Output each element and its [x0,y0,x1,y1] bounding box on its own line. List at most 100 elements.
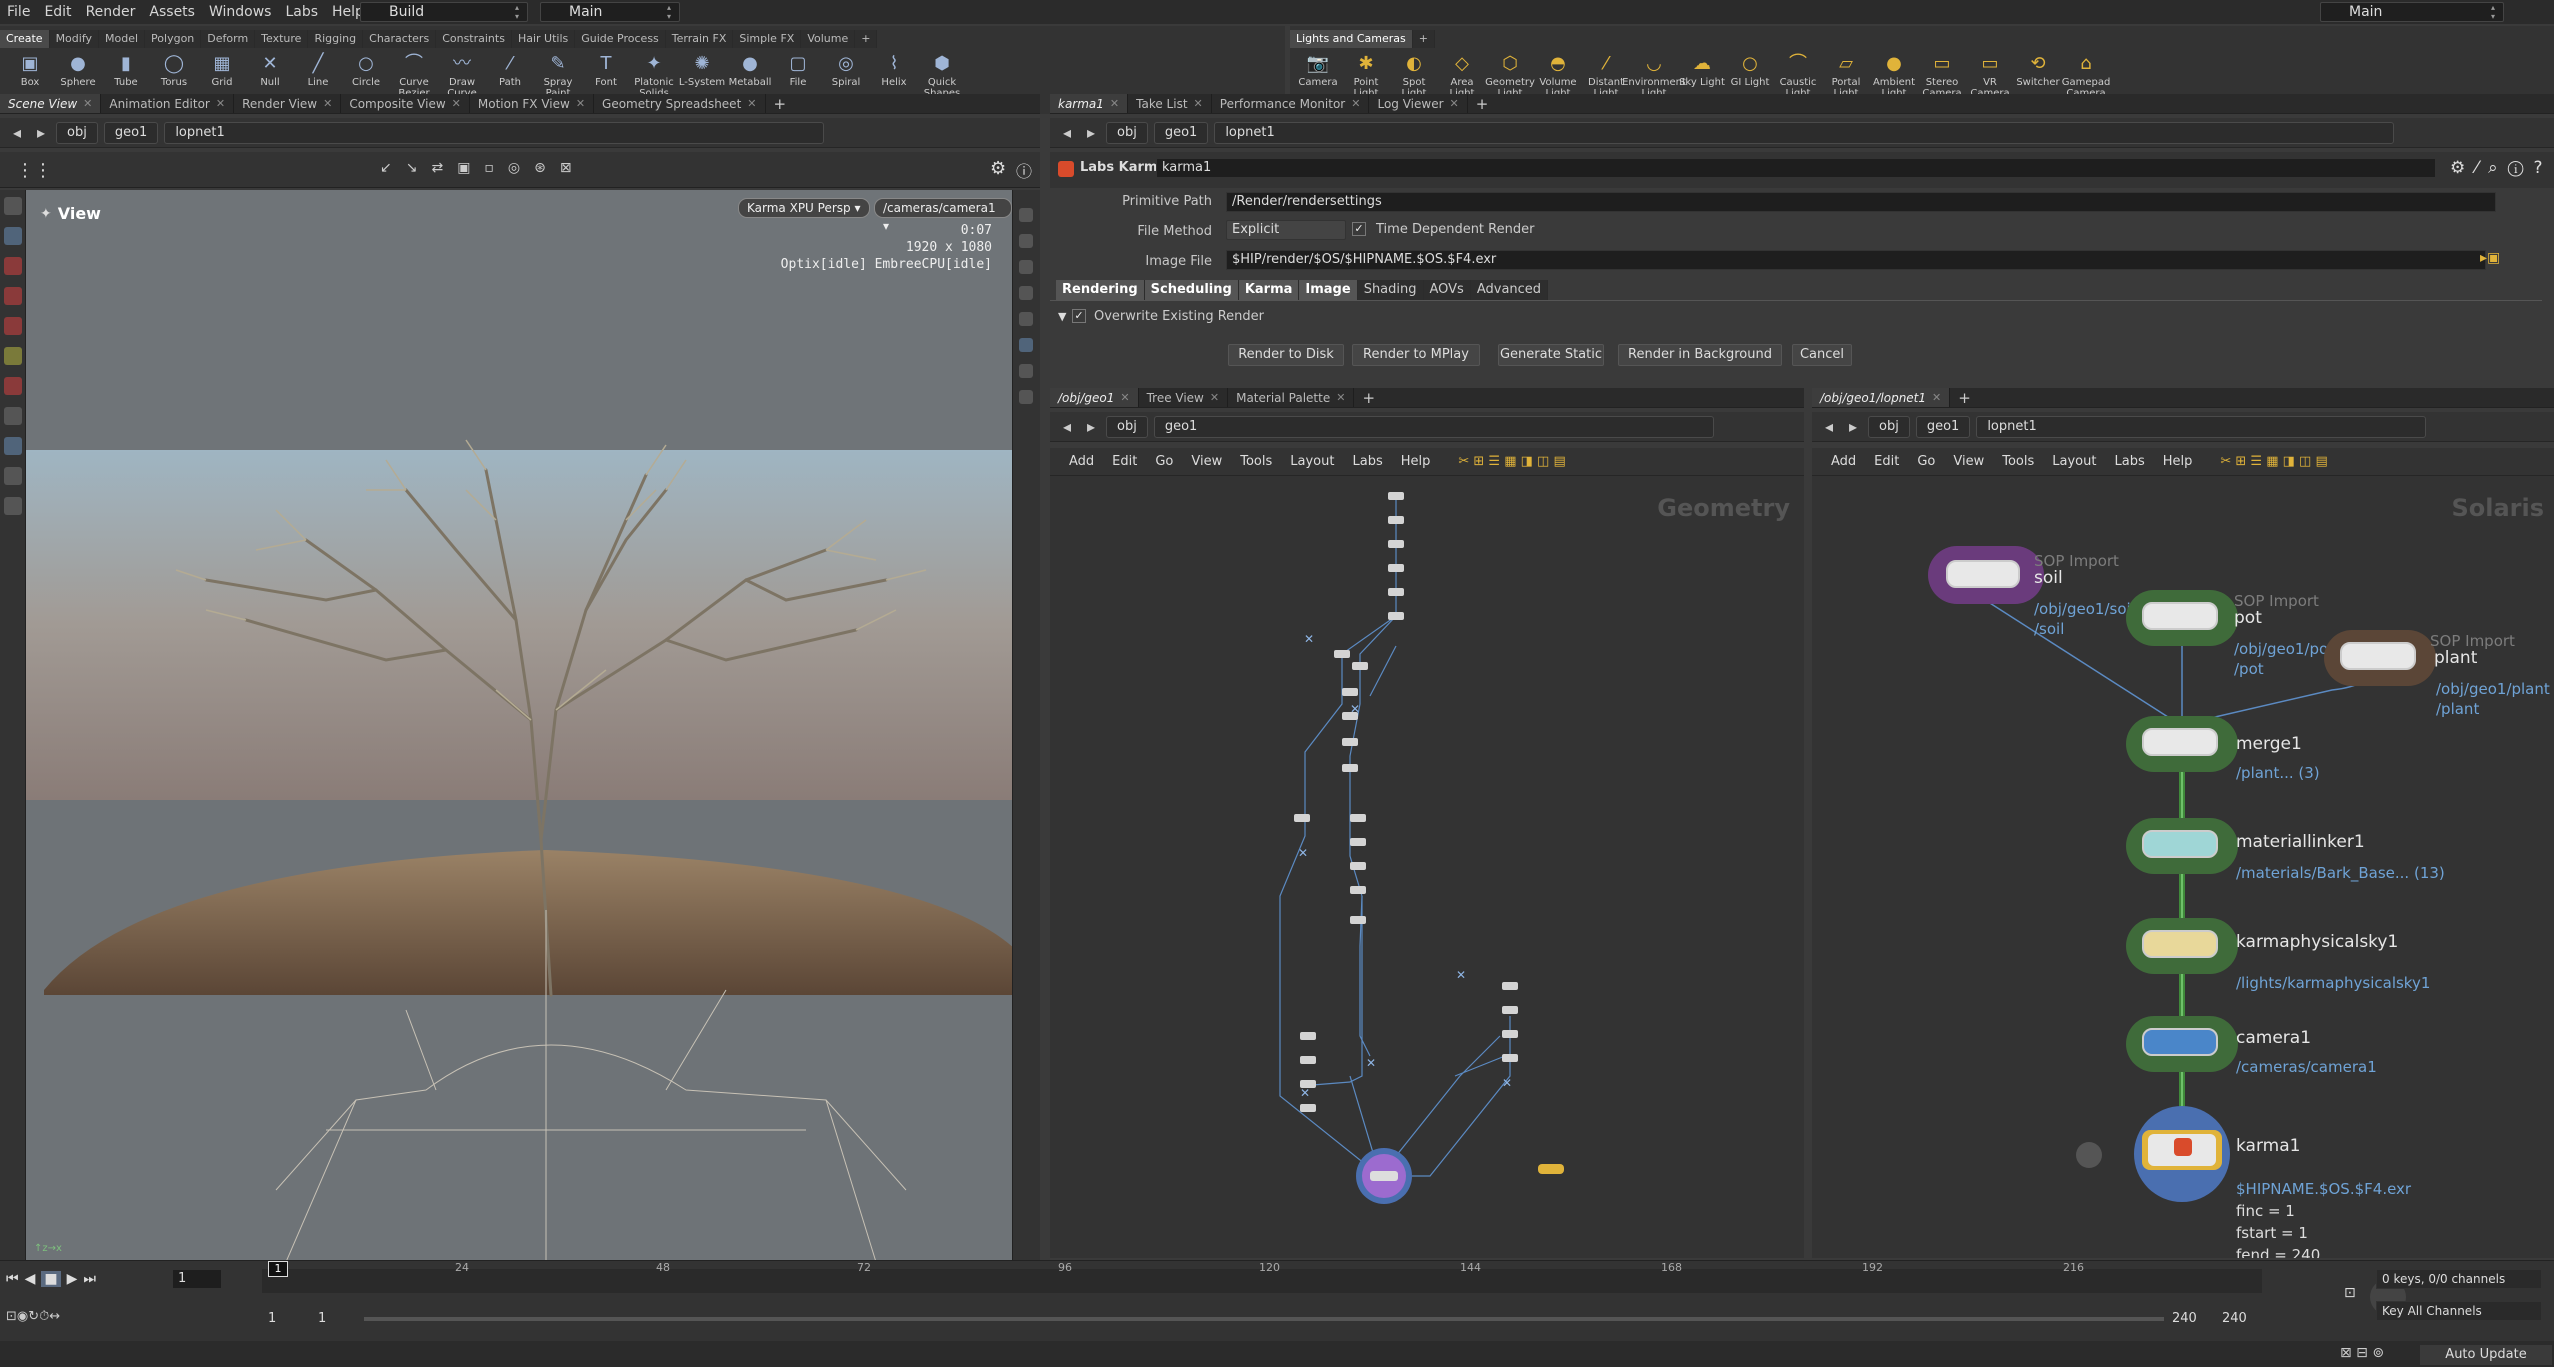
tab-take-list[interactable]: Take List ✕ [1128,94,1212,113]
file-browse-icon[interactable]: ▸▣ [2480,250,2500,266]
display-icon-7[interactable] [1019,364,1033,378]
tool-l-system[interactable]: ✺ L-System [678,52,726,99]
tool-path[interactable]: ⁄ Path [486,52,534,99]
shelf-tab-terrain-fx[interactable]: Terrain FX [665,30,734,48]
sop-node[interactable] [1350,814,1366,822]
file-method-dropdown[interactable]: Explicit [1226,220,1346,240]
last-frame-icon[interactable]: ⏭ [83,1271,96,1287]
netmenu-add[interactable]: Add [1060,454,1103,469]
netmenu-layout[interactable]: Layout [1281,454,1343,469]
image-file-field[interactable]: $HIP/render/$OS/$HIPNAME.$OS.$F4.exr [1226,250,2486,270]
tab-material-palette[interactable]: Material Palette ✕ [1228,388,1355,407]
subtab-aovs[interactable]: AOVs [1424,280,1471,300]
magnet-icon[interactable] [4,377,22,395]
merge-x-icon[interactable]: ✕ [1456,968,1466,982]
tool-metaball[interactable]: ● Metaball [726,52,774,99]
merge-x-icon[interactable]: ✕ [1300,1086,1310,1100]
geo-crumb-geo1[interactable]: geo1 [1153,415,1714,438]
subtab-advanced[interactable]: Advanced [1471,280,1549,300]
tab-geometry-spreadsheet[interactable]: Geometry Spreadsheet ✕ [594,94,766,113]
snap-icons[interactable]: ↙↘⇄▣▫◎⊛⊠ [380,160,586,176]
shelf-tab-rigging[interactable]: Rigging [308,30,364,48]
display-icon-1[interactable] [1019,208,1033,222]
tool-volume-light[interactable]: ◓Volume Light [1534,52,1582,99]
play-icon[interactable]: ▶ [67,1271,78,1287]
tool-caustic-light[interactable]: ⌒Caustic Light [1774,52,1822,99]
add-tab-icon[interactable]: + [1468,94,1497,113]
context-dropdown[interactable]: Main [540,2,680,22]
crumb-geo1[interactable]: geo1 [103,121,159,144]
tab--obj-geo1-lopnet1[interactable]: /obj/geo1/lopnet1 ✕ [1812,388,1951,407]
current-frame-field[interactable]: 1 [172,1269,222,1289]
sop-node[interactable] [1388,492,1404,500]
add-tab-icon[interactable]: + [1354,388,1383,407]
netmenu-go[interactable]: Go [1908,454,1944,469]
sop-node[interactable] [1352,662,1368,670]
tab-motion-fx-view[interactable]: Motion FX View ✕ [470,94,595,114]
generate-static-button[interactable]: Generate Static [1498,344,1604,366]
sop-node[interactable] [1502,1006,1518,1014]
tool-spray-paint[interactable]: ✎Spray Paint [534,52,582,99]
sop-node[interactable] [1388,588,1404,596]
tool-box[interactable]: ▣ Box [6,52,54,99]
netmenu-layout[interactable]: Layout [2043,454,2105,469]
sop-node[interactable] [1350,862,1366,870]
tool-area-light[interactable]: ◇Area Light [1438,52,1486,99]
shelf-tab-texture[interactable]: Texture [255,30,309,48]
display-icon-3[interactable] [1019,260,1033,274]
overwrite-checkbox[interactable]: ✓ [1072,309,1086,323]
range-start2[interactable]: 1 [318,1311,326,1326]
tool-point-light[interactable]: ✱Point Light [1342,52,1390,99]
auto-update-button[interactable]: Auto Update [2420,1345,2552,1365]
sop-node[interactable] [1502,1054,1518,1062]
view-icon[interactable] [4,437,22,455]
tab-composite-view[interactable]: Composite View ✕ [341,94,470,113]
range-slider[interactable] [364,1317,2164,1321]
collapse-arrow-icon[interactable]: ▼ [1058,310,1066,323]
sop-node[interactable] [1502,1030,1518,1038]
lop-forward-icon[interactable]: ▸ [1844,417,1862,436]
shelf-tab-deform[interactable]: Deform [201,30,256,48]
karma-node[interactable] [2134,1106,2230,1202]
camera-node[interactable] [2126,1016,2238,1072]
tool-environment-light[interactable]: ◡Environment Light [1622,52,1686,99]
merge-x-icon[interactable]: ✕ [1366,1056,1376,1070]
netmenu-go[interactable]: Go [1146,454,1182,469]
netmenu-help[interactable]: Help [2154,454,2202,469]
sop-node[interactable] [1342,764,1358,772]
tool-spiral[interactable]: ◎ Spiral [822,52,870,99]
close-icon[interactable]: ✕ [216,94,225,114]
sop-node[interactable] [1300,1104,1316,1112]
right-context-dropdown[interactable]: Main [2320,2,2504,22]
netmenu-add[interactable]: Add [1822,454,1865,469]
tool-circle[interactable]: ○ Circle [342,52,390,99]
tab-tree-view[interactable]: Tree View ✕ [1139,388,1229,407]
shelf-tab-polygon[interactable]: Polygon [145,30,202,48]
close-icon[interactable]: ✕ [83,94,92,114]
scale-icon[interactable] [4,317,22,335]
tab--obj-geo1[interactable]: /obj/geo1 ✕ [1050,388,1139,407]
network-tool-icons[interactable]: ✂ ⊞ ☰ ▦ ◨ ◫ ▤ [1449,454,1574,469]
select-icon[interactable] [4,197,22,215]
menu-assets[interactable]: Assets [142,0,202,24]
shelf-tab-lights-and-cameras[interactable]: Lights and Cameras [1290,30,1413,48]
shelf-tab-modify[interactable]: Modify [49,30,100,48]
playhead[interactable]: 1 [268,1261,288,1277]
side-node[interactable] [1538,1164,1564,1174]
tool-helix[interactable]: ⌇ Helix [870,52,918,99]
sop-node[interactable] [1342,738,1358,746]
forward-icon[interactable]: ▸ [32,123,50,142]
add-tab-icon[interactable]: + [766,94,795,113]
close-icon[interactable]: ✕ [1210,388,1219,408]
tool-file[interactable]: ▢ File [774,52,822,99]
close-icon[interactable]: ✕ [576,94,585,114]
tool-sky-light[interactable]: ☁ Sky Light [1678,52,1726,99]
display-icon-6[interactable] [1019,338,1033,352]
soil-node[interactable] [1928,546,2044,604]
tool-font[interactable]: T Font [582,52,630,99]
add-shelf-icon[interactable]: + [855,30,878,48]
sop-node[interactable] [1350,838,1366,846]
renderer-dropdown[interactable]: Karma XPU Persp ▾ [738,198,870,218]
crumb-lopnet1[interactable]: lopnet1 [164,121,825,144]
tool-spot-light[interactable]: ◐Spot Light [1390,52,1438,99]
